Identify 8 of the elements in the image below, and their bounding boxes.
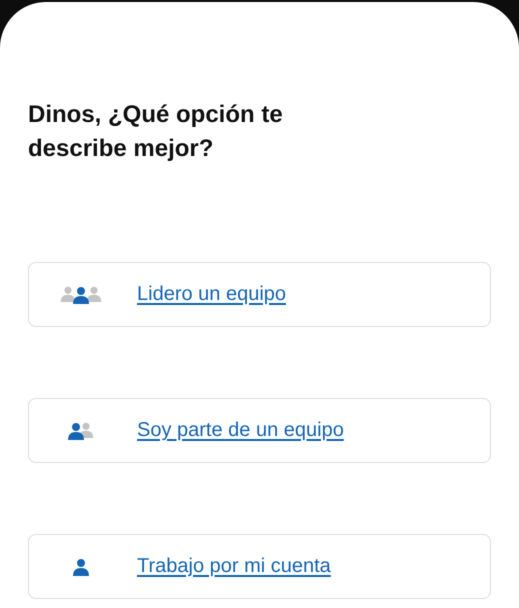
- option-link[interactable]: Lidero un equipo: [137, 283, 286, 306]
- option-card[interactable]: Soy parte de un equipo: [28, 398, 491, 463]
- people-icon: [58, 284, 104, 306]
- option-card[interactable]: Trabajo por mi cuenta: [28, 534, 491, 599]
- option-card[interactable]: Lidero un equipo: [28, 262, 491, 327]
- option-link[interactable]: Soy parte de un equipo: [137, 419, 344, 442]
- option-link[interactable]: Trabajo por mi cuenta: [137, 555, 331, 578]
- question-title: Dinos, ¿Qué opción te describe mejor?: [28, 100, 284, 164]
